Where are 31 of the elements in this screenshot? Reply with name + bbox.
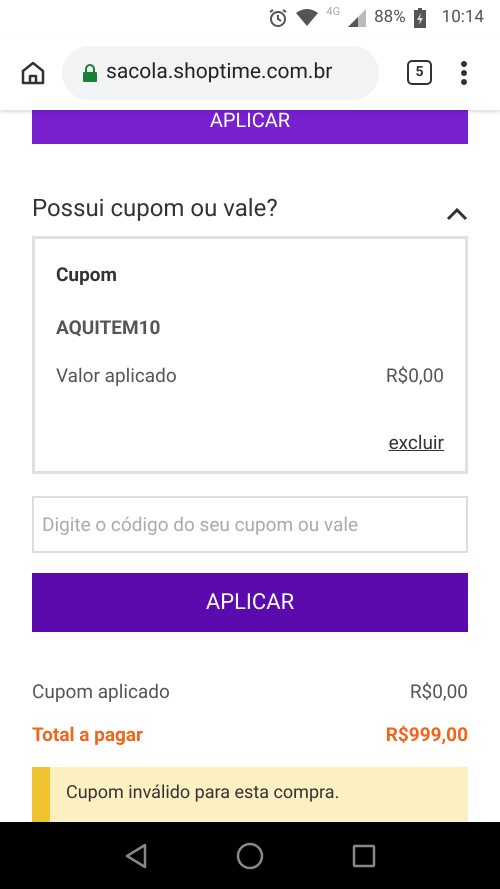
alarm-icon — [268, 8, 288, 28]
menu-icon[interactable] — [460, 60, 468, 86]
summary-value: R$0,00 — [410, 679, 468, 705]
lock-icon — [82, 64, 98, 82]
recents-icon[interactable] — [352, 844, 376, 868]
coupon-label: Cupom — [56, 262, 118, 288]
applied-value: R$0,00 — [386, 363, 444, 389]
summary-value: R$999,00 — [386, 722, 468, 748]
home-circle-icon[interactable] — [236, 842, 264, 870]
section-title: Possui cupom ou vale? — [32, 193, 278, 224]
network-label: 4G — [326, 4, 340, 20]
apply-button[interactable]: APLICAR — [32, 110, 468, 144]
battery-level: 88% — [374, 6, 406, 29]
signal-icon — [348, 8, 366, 26]
back-icon[interactable] — [124, 842, 148, 868]
summary-label: Total a pagar — [32, 722, 143, 748]
apply-button[interactable]: APLICAR — [32, 572, 468, 632]
alert-message: Cupom inválido para esta compra. — [66, 782, 340, 803]
wifi-icon — [296, 8, 318, 26]
address-bar[interactable]: sacola.shoptime.com.br — [62, 46, 379, 100]
tab-switcher[interactable]: 5 — [407, 60, 432, 85]
summary-label: Cupom aplicado — [32, 679, 170, 705]
coupon-code: AQUITEM10 — [56, 314, 162, 340]
clock-time: 10:14 — [442, 6, 484, 29]
url-text: sacola.shoptime.com.br — [106, 58, 332, 86]
remove-link[interactable]: excluir — [388, 428, 444, 457]
chevron-icon[interactable] — [446, 207, 468, 221]
battery-icon — [414, 8, 426, 28]
home-icon[interactable] — [20, 60, 46, 86]
coupon-input-field[interactable]: Digite o código do seu cupom ou vale — [32, 496, 468, 553]
applied-value-label: Valor aplicado — [56, 363, 177, 389]
